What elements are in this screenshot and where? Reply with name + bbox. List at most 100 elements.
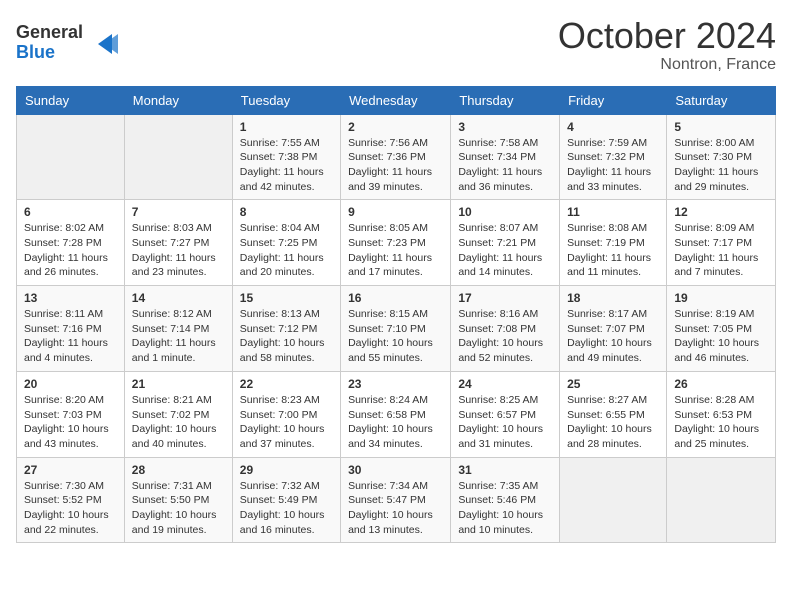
weekday-header-row: SundayMondayTuesdayWednesdayThursdayFrid… <box>17 86 776 114</box>
day-number: 30 <box>348 463 443 477</box>
day-number: 22 <box>240 377 333 391</box>
calendar-cell: 11Sunrise: 8:08 AMSunset: 7:19 PMDayligh… <box>560 200 667 286</box>
day-number: 4 <box>567 120 659 134</box>
weekday-header-thursday: Thursday <box>451 86 560 114</box>
day-number: 26 <box>674 377 768 391</box>
title-block: October 2024 Nontron, France <box>558 16 776 74</box>
day-info: Sunrise: 8:19 AMSunset: 7:05 PMDaylight:… <box>674 307 768 366</box>
calendar-cell: 29 Sunrise: 7:32 AMSunset: 5:49 PMDayligh… <box>232 457 340 543</box>
calendar-cell <box>667 457 776 543</box>
day-info: Sunrise: 8:11 AMSunset: 7:16 PMDaylight:… <box>24 307 117 366</box>
weekday-header-wednesday: Wednesday <box>341 86 451 114</box>
calendar-cell: 30 Sunrise: 7:34 AMSunset: 5:47 PMDayligh… <box>341 457 451 543</box>
day-info: Sunrise: 8:05 AMSunset: 7:23 PMDaylight:… <box>348 221 443 280</box>
calendar-cell: 1 Sunrise: 7:55 AMSunset: 7:38 PMDaylight… <box>232 114 340 200</box>
day-number: 31 <box>458 463 552 477</box>
day-info: Sunrise: 7:56 AMSunset: 7:36 PMDaylight:… <box>348 136 443 195</box>
calendar-container: General Blue October 2024 Nontron, Franc… <box>0 0 792 559</box>
svg-text:Blue: Blue <box>16 42 55 62</box>
day-info: Sunrise: 8:20 AMSunset: 7:03 PMDaylight:… <box>24 393 117 452</box>
calendar-cell: 6Sunrise: 8:02 AMSunset: 7:28 PMDaylight… <box>17 200 125 286</box>
month-title: October 2024 <box>558 16 776 56</box>
weekday-header-monday: Monday <box>124 86 232 114</box>
week-row-3: 13 Sunrise: 8:11 AMSunset: 7:16 PMDayligh… <box>17 286 776 372</box>
day-info: Sunrise: 8:16 AMSunset: 7:08 PMDaylight:… <box>458 307 552 366</box>
day-number: 8 <box>240 205 333 219</box>
calendar-cell: 19 Sunrise: 8:19 AMSunset: 7:05 PMDayligh… <box>667 286 776 372</box>
day-info: Sunrise: 8:08 AMSunset: 7:19 PMDaylight:… <box>567 221 659 280</box>
day-info: Sunrise: 8:24 AMSunset: 6:58 PMDaylight:… <box>348 393 443 452</box>
svg-text:General: General <box>16 22 83 42</box>
calendar-cell: 28 Sunrise: 7:31 AMSunset: 5:50 PMDayligh… <box>124 457 232 543</box>
day-number: 24 <box>458 377 552 391</box>
day-info: Sunrise: 7:34 AMSunset: 5:47 PMDaylight:… <box>348 479 443 538</box>
day-info: Sunrise: 8:09 AMSunset: 7:17 PMDaylight:… <box>674 221 768 280</box>
calendar-cell: 7Sunrise: 8:03 AMSunset: 7:27 PMDaylight… <box>124 200 232 286</box>
calendar-cell: 24 Sunrise: 8:25 AMSunset: 6:57 PMDayligh… <box>451 371 560 457</box>
day-info: Sunrise: 8:23 AMSunset: 7:00 PMDaylight:… <box>240 393 333 452</box>
day-number: 23 <box>348 377 443 391</box>
calendar-cell: 17 Sunrise: 8:16 AMSunset: 7:08 PMDayligh… <box>451 286 560 372</box>
weekday-header-sunday: Sunday <box>17 86 125 114</box>
calendar-cell: 26 Sunrise: 8:28 AMSunset: 6:53 PMDayligh… <box>667 371 776 457</box>
day-info: Sunrise: 7:32 AMSunset: 5:49 PMDaylight:… <box>240 479 333 538</box>
calendar-cell: 31Sunrise: 7:35 AMSunset: 5:46 PMDayligh… <box>451 457 560 543</box>
day-number: 2 <box>348 120 443 134</box>
day-info: Sunrise: 8:17 AMSunset: 7:07 PMDaylight:… <box>567 307 659 366</box>
calendar-cell: 8 Sunrise: 8:04 AMSunset: 7:25 PMDaylight… <box>232 200 340 286</box>
day-info: Sunrise: 8:28 AMSunset: 6:53 PMDaylight:… <box>674 393 768 452</box>
day-info: Sunrise: 7:58 AMSunset: 7:34 PMDaylight:… <box>458 136 552 195</box>
week-row-5: 27 Sunrise: 7:30 AMSunset: 5:52 PMDayligh… <box>17 457 776 543</box>
day-number: 15 <box>240 291 333 305</box>
day-number: 21 <box>132 377 225 391</box>
day-number: 27 <box>24 463 117 477</box>
day-info: Sunrise: 7:59 AMSunset: 7:32 PMDaylight:… <box>567 136 659 195</box>
day-number: 12 <box>674 205 768 219</box>
calendar-table: SundayMondayTuesdayWednesdayThursdayFrid… <box>16 86 776 544</box>
calendar-cell: 20 Sunrise: 8:20 AMSunset: 7:03 PMDayligh… <box>17 371 125 457</box>
day-info: Sunrise: 8:15 AMSunset: 7:10 PMDaylight:… <box>348 307 443 366</box>
weekday-header-friday: Friday <box>560 86 667 114</box>
day-info: Sunrise: 8:27 AMSunset: 6:55 PMDaylight:… <box>567 393 659 452</box>
week-row-4: 20 Sunrise: 8:20 AMSunset: 7:03 PMDayligh… <box>17 371 776 457</box>
day-number: 13 <box>24 291 117 305</box>
week-row-2: 6Sunrise: 8:02 AMSunset: 7:28 PMDaylight… <box>17 200 776 286</box>
week-row-1: 1 Sunrise: 7:55 AMSunset: 7:38 PMDaylight… <box>17 114 776 200</box>
calendar-cell: 10Sunrise: 8:07 AMSunset: 7:21 PMDayligh… <box>451 200 560 286</box>
calendar-cell: 21Sunrise: 8:21 AMSunset: 7:02 PMDayligh… <box>124 371 232 457</box>
calendar-cell: 23 Sunrise: 8:24 AMSunset: 6:58 PMDayligh… <box>341 371 451 457</box>
header: General Blue October 2024 Nontron, Franc… <box>16 16 776 74</box>
weekday-header-tuesday: Tuesday <box>232 86 340 114</box>
day-number: 28 <box>132 463 225 477</box>
day-number: 10 <box>458 205 552 219</box>
calendar-cell <box>124 114 232 200</box>
day-info: Sunrise: 8:03 AMSunset: 7:27 PMDaylight:… <box>132 221 225 280</box>
day-info: Sunrise: 8:25 AMSunset: 6:57 PMDaylight:… <box>458 393 552 452</box>
calendar-cell: 25 Sunrise: 8:27 AMSunset: 6:55 PMDayligh… <box>560 371 667 457</box>
calendar-cell: 2 Sunrise: 7:56 AMSunset: 7:36 PMDaylight… <box>341 114 451 200</box>
day-number: 19 <box>674 291 768 305</box>
day-info: Sunrise: 7:55 AMSunset: 7:38 PMDaylight:… <box>240 136 333 195</box>
calendar-cell: 22 Sunrise: 8:23 AMSunset: 7:00 PMDayligh… <box>232 371 340 457</box>
day-number: 20 <box>24 377 117 391</box>
day-number: 9 <box>348 205 443 219</box>
calendar-cell: 16Sunrise: 8:15 AMSunset: 7:10 PMDayligh… <box>341 286 451 372</box>
day-info: Sunrise: 7:31 AMSunset: 5:50 PMDaylight:… <box>132 479 225 538</box>
calendar-cell: 4 Sunrise: 7:59 AMSunset: 7:32 PMDaylight… <box>560 114 667 200</box>
day-info: Sunrise: 7:30 AMSunset: 5:52 PMDaylight:… <box>24 479 117 538</box>
day-number: 18 <box>567 291 659 305</box>
calendar-cell: 15Sunrise: 8:13 AMSunset: 7:12 PMDayligh… <box>232 286 340 372</box>
calendar-cell: 12 Sunrise: 8:09 AMSunset: 7:17 PMDayligh… <box>667 200 776 286</box>
calendar-cell <box>17 114 125 200</box>
day-number: 29 <box>240 463 333 477</box>
weekday-header-saturday: Saturday <box>667 86 776 114</box>
calendar-cell: 13 Sunrise: 8:11 AMSunset: 7:16 PMDayligh… <box>17 286 125 372</box>
day-number: 1 <box>240 120 333 134</box>
location: Nontron, France <box>558 56 776 74</box>
calendar-cell: 3Sunrise: 7:58 AMSunset: 7:34 PMDaylight… <box>451 114 560 200</box>
day-info: Sunrise: 8:04 AMSunset: 7:25 PMDaylight:… <box>240 221 333 280</box>
logo: General Blue <box>16 16 126 69</box>
day-number: 14 <box>132 291 225 305</box>
day-number: 25 <box>567 377 659 391</box>
day-number: 17 <box>458 291 552 305</box>
